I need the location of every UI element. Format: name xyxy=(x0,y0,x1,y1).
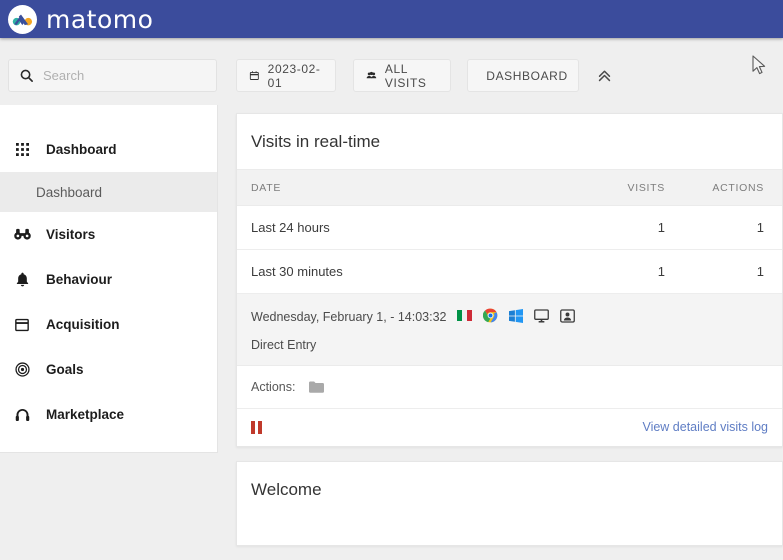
dashboard-content: Visits in real-time DATE VISITS ACTIONS … xyxy=(236,113,783,560)
column-header-visits: VISITS xyxy=(592,169,687,206)
cell-date: Last 24 hours xyxy=(237,205,592,250)
sidebar-subitem-label: Dashboard xyxy=(36,184,103,200)
target-icon xyxy=(10,362,34,377)
chevron-double-up-icon xyxy=(598,70,610,81)
window-icon xyxy=(10,318,34,332)
sidebar-item-label: Acquisition xyxy=(46,317,120,332)
matomo-logo[interactable]: matomo xyxy=(0,4,154,34)
widget-footer: View detailed visits log xyxy=(237,409,782,446)
sidebar-item-label: Behaviour xyxy=(46,272,113,287)
column-header-date: DATE xyxy=(237,169,592,206)
visitor-referrer: Direct Entry xyxy=(251,338,317,352)
view-visits-log-link[interactable]: View detailed visits log xyxy=(642,420,768,434)
collapse-toolbar-button[interactable] xyxy=(593,64,615,86)
dashboard-selector-button[interactable]: DASHBOARD xyxy=(467,59,579,92)
table-row[interactable]: Last 24 hours 1 1 xyxy=(237,205,782,250)
visitor-datetime-row: Wednesday, February 1, - 14:03:32 xyxy=(251,308,768,326)
bell-icon xyxy=(10,272,34,287)
sidebar-item-label: Marketplace xyxy=(46,407,125,422)
widget-visits-in-realtime: Visits in real-time DATE VISITS ACTIONS … xyxy=(236,113,783,447)
desktop-icon xyxy=(534,308,550,326)
widget-title: Welcome xyxy=(251,480,322,499)
visitor-entry: Wednesday, February 1, - 14:03:32 Direct… xyxy=(237,294,782,366)
segment-button[interactable]: ALL VISITS xyxy=(353,59,451,92)
search-box[interactable] xyxy=(8,59,217,92)
matomo-m-icon xyxy=(12,14,33,25)
folder-icon[interactable] xyxy=(309,381,325,393)
users-icon xyxy=(366,71,377,79)
sidebar-item-behaviour[interactable]: Behaviour xyxy=(0,257,217,302)
grid-icon xyxy=(10,143,34,156)
sidebar-subitem-dashboard[interactable]: Dashboard xyxy=(0,172,217,212)
sidebar-item-label: Dashboard xyxy=(46,142,117,157)
visitor-actions-row: Actions: xyxy=(237,366,782,409)
widget-welcome: Welcome xyxy=(236,461,783,546)
calendar-icon xyxy=(249,71,259,80)
sidebar-item-dashboard[interactable]: Dashboard xyxy=(0,127,217,172)
cell-visits: 1 xyxy=(592,205,687,250)
realtime-table: DATE VISITS ACTIONS Last 24 hours 1 1 La… xyxy=(237,169,782,294)
dashboard-selector-label: DASHBOARD xyxy=(486,68,568,83)
search-icon xyxy=(20,69,33,82)
segment-label: ALL VISITS xyxy=(384,61,427,90)
chrome-icon xyxy=(483,308,498,326)
italy-flag-icon xyxy=(457,310,473,324)
cell-actions: 1 xyxy=(687,249,782,294)
headphones-icon xyxy=(10,408,34,422)
cell-date: Last 30 minutes xyxy=(237,249,592,294)
sidebar-item-label: Goals xyxy=(46,362,84,377)
cell-visits: 1 xyxy=(592,249,687,294)
binoculars-icon xyxy=(10,228,34,241)
date-picker-label: 2023-02-01 xyxy=(267,61,321,90)
visitor-attribute-icons xyxy=(457,308,576,326)
cell-actions: 1 xyxy=(687,205,782,250)
matomo-logo-mark xyxy=(8,4,37,34)
toolbar: 2023-02-01 ALL VISITS DASHBOARD xyxy=(0,38,783,105)
table-row[interactable]: Last 30 minutes 1 1 xyxy=(237,249,782,294)
sidebar-item-marketplace[interactable]: Marketplace xyxy=(0,392,217,437)
sidebar-item-label: Visitors xyxy=(46,227,96,242)
sidebar-navigation: Dashboard Dashboard Visitors Behaviour A… xyxy=(0,105,218,453)
visitor-datetime: Wednesday, February 1, - 14:03:32 xyxy=(251,310,447,324)
sidebar-item-visitors[interactable]: Visitors xyxy=(0,212,217,257)
pause-icon[interactable] xyxy=(251,420,262,434)
table-header-row: DATE VISITS ACTIONS xyxy=(237,169,782,206)
sidebar-item-acquisition[interactable]: Acquisition xyxy=(0,302,217,347)
top-header-bar: matomo xyxy=(0,0,783,38)
actions-label: Actions: xyxy=(251,380,296,394)
windows-icon xyxy=(509,308,524,326)
brand-name: matomo xyxy=(46,4,154,34)
visitor-profile-icon[interactable] xyxy=(560,308,576,326)
date-picker-button[interactable]: 2023-02-01 xyxy=(236,59,336,92)
column-header-actions: ACTIONS xyxy=(687,169,782,206)
widget-title: Visits in real-time xyxy=(251,132,381,151)
sidebar-item-goals[interactable]: Goals xyxy=(0,347,217,392)
search-input[interactable] xyxy=(43,68,193,83)
